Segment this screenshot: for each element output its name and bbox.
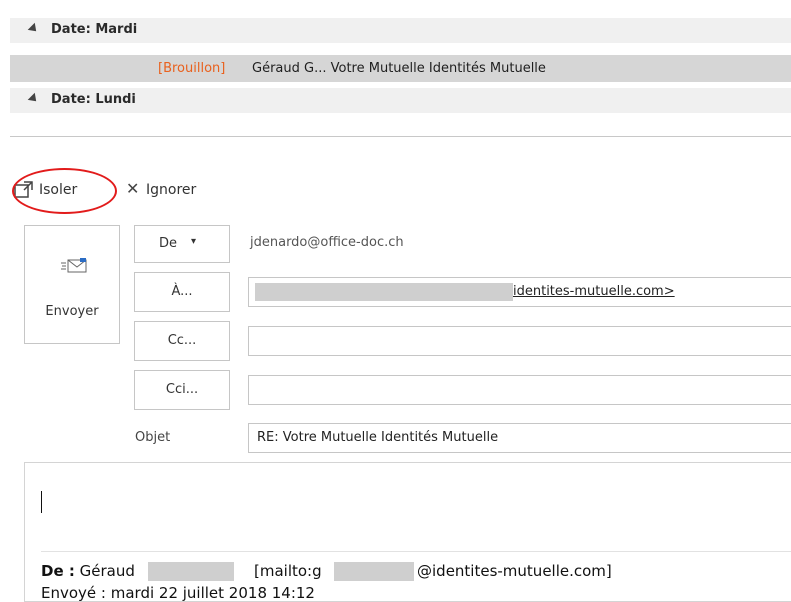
to-button[interactable]: À...: [134, 272, 230, 312]
quote-divider: [41, 551, 791, 552]
bcc-button[interactable]: Cci...: [134, 370, 230, 410]
collapse-triangle-icon[interactable]: [27, 22, 40, 35]
cc-field[interactable]: [248, 326, 791, 356]
to-button-label: À...: [171, 284, 193, 299]
from-button[interactable]: De ▾: [134, 225, 230, 263]
message-subject: Géraud G... Votre Mutuelle Identités Mut…: [252, 61, 546, 76]
redacted-email: [334, 562, 414, 581]
bcc-button-label: Cci...: [165, 382, 199, 397]
quoted-from-line: De : Géraud: [41, 562, 135, 580]
divider: [10, 136, 791, 137]
discard-button[interactable]: ✕ Ignorer: [126, 176, 226, 204]
message-list-row-selected[interactable]: [Brouillon] Géraud G... Votre Mutuelle I…: [10, 55, 791, 82]
send-envelope-icon: [61, 258, 87, 273]
cc-button[interactable]: Cc...: [134, 321, 230, 361]
redacted-name: [148, 562, 234, 581]
message-body[interactable]: De : Géraud [mailto:g @identites-mutuell…: [24, 462, 791, 602]
quoted-sent-line: Envoyé : mardi 22 juillet 2018 14:12: [41, 584, 315, 602]
from-button-label: De: [159, 236, 178, 251]
quoted-from-name: Géraud: [79, 562, 135, 580]
discard-label: Ignorer: [146, 182, 197, 198]
quoted-mailto-suffix: @identites-mutuelle.com]: [417, 562, 612, 580]
redacted-recipient: [255, 283, 513, 301]
to-value[interactable]: identites-mutuelle.com>: [513, 284, 675, 299]
highlight-circle: [12, 168, 117, 214]
quoted-mailto-prefix: [mailto:g: [254, 562, 322, 580]
cc-button-label: Cc...: [167, 333, 197, 348]
subject-value: RE: Votre Mutuelle Identités Mutuelle: [257, 430, 499, 445]
to-field[interactable]: identites-mutuelle.com>: [248, 277, 791, 307]
text-cursor: [41, 491, 42, 513]
group-header-label: Date: Lundi: [51, 92, 136, 107]
subject-label: Objet: [135, 430, 171, 445]
chevron-down-icon: ▾: [191, 236, 197, 247]
send-label: Envoyer: [45, 304, 99, 319]
draft-tag: [Brouillon]: [158, 61, 226, 76]
quoted-from-label: De :: [41, 562, 75, 580]
group-header-lundi[interactable]: Date: Lundi: [10, 88, 791, 113]
collapse-triangle-icon[interactable]: [27, 92, 40, 105]
group-header-label: Date: Mardi: [51, 22, 138, 37]
from-value: jdenardo@office-doc.ch: [250, 235, 404, 250]
bcc-field[interactable]: [248, 375, 791, 405]
group-header-mardi[interactable]: Date: Mardi: [10, 18, 791, 43]
send-button[interactable]: Envoyer: [24, 225, 120, 344]
close-icon: ✕: [126, 179, 140, 198]
subject-field[interactable]: RE: Votre Mutuelle Identités Mutuelle: [248, 423, 791, 453]
